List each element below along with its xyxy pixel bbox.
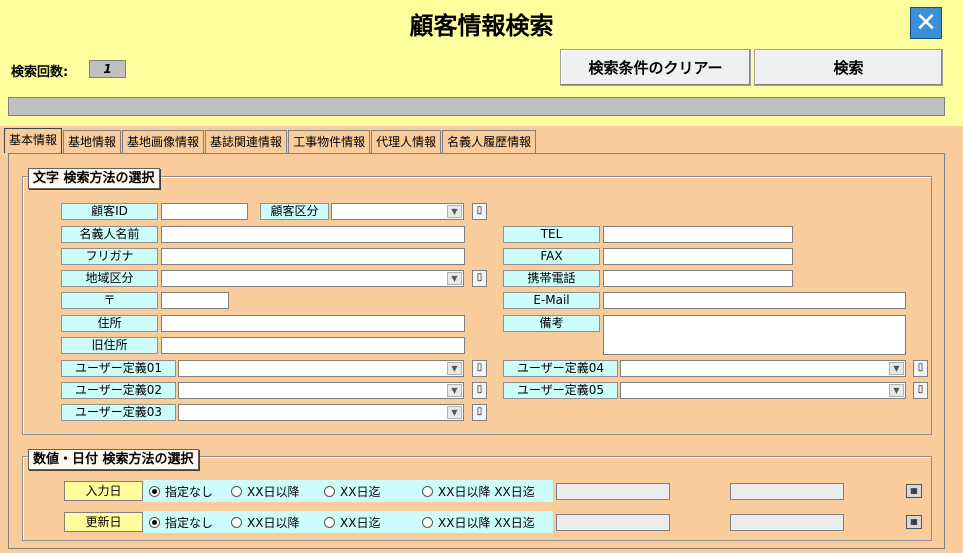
customer-id-label: 顧客ID	[61, 203, 158, 220]
radio-icon	[324, 485, 335, 497]
region-label: 地域区分	[61, 270, 158, 287]
user-defined-05-select[interactable]: ▼	[620, 382, 906, 399]
user-defined-02-picker-button[interactable]: ▯	[472, 382, 487, 399]
note-input[interactable]	[603, 315, 906, 355]
address-input[interactable]	[161, 315, 465, 332]
chevron-down-icon: ▼	[889, 384, 904, 397]
user-defined-04-select[interactable]: ▼	[620, 360, 906, 377]
chevron-down-icon: ▼	[447, 362, 462, 375]
calendar-icon[interactable]: ▦	[906, 484, 922, 498]
close-button[interactable]: ✕	[910, 7, 942, 39]
radio-icon	[324, 516, 335, 528]
user-defined-01-picker-button[interactable]: ▯	[472, 360, 487, 377]
radio-icon	[231, 485, 242, 497]
update-date-option-range[interactable]: XX日以降 XX日迄	[422, 514, 535, 531]
chevron-down-icon: ▼	[447, 406, 462, 419]
fax-input[interactable]	[603, 248, 793, 265]
old-address-label: 旧住所	[61, 337, 158, 354]
radio-icon	[231, 516, 242, 528]
customer-type-picker-button[interactable]: ▯	[472, 203, 487, 220]
user-defined-02-select[interactable]: ▼	[178, 382, 464, 399]
email-label: E-Mail	[503, 292, 600, 309]
postal-input[interactable]	[161, 292, 229, 309]
chevron-down-icon: ▼	[447, 272, 462, 285]
close-icon: ✕	[915, 8, 937, 38]
user-defined-05-picker-button[interactable]: ▯	[913, 382, 928, 399]
name-input[interactable]	[161, 226, 465, 243]
user-defined-03-label: ユーザー定義03	[61, 404, 176, 421]
tab-base-image-info[interactable]: 基地画像情報	[122, 130, 205, 153]
update-date-label: 更新日	[64, 512, 143, 532]
tab-bar: 基本情報 基地情報 基地画像情報 基誌関連情報 工事物件情報 代理人情報 名義人…	[4, 128, 537, 153]
user-defined-05-label: ユーザー定義05	[503, 382, 618, 399]
search-button[interactable]: 検索	[754, 49, 943, 86]
user-defined-02-label: ユーザー定義02	[61, 382, 176, 399]
input-date-options: 指定なし XX日以降 XX日迄 XX日以降 XX日迄	[143, 480, 553, 502]
update-date-to[interactable]	[730, 514, 844, 531]
update-date-from[interactable]	[556, 514, 670, 531]
clear-conditions-button[interactable]: 検索条件のクリアー	[560, 49, 751, 86]
note-label: 備考	[503, 315, 600, 332]
customer-id-input[interactable]	[161, 203, 248, 220]
tel-input[interactable]	[603, 226, 793, 243]
old-address-input[interactable]	[161, 337, 465, 354]
mobile-label: 携帯電話	[503, 270, 600, 287]
text-search-title: 文字 検索方法の選択	[28, 168, 160, 189]
fax-label: FAX	[503, 248, 600, 265]
calendar-icon[interactable]: ▦	[906, 515, 922, 529]
user-defined-04-picker-button[interactable]: ▯	[913, 360, 928, 377]
customer-type-label: 顧客区分	[260, 203, 329, 220]
radio-icon	[422, 485, 433, 497]
input-date-option-after[interactable]: XX日以降	[231, 483, 299, 500]
progress-bar	[8, 97, 945, 116]
header-panel: 顧客情報検索 ✕ 検索回数: 1 検索条件のクリアー 検索	[0, 0, 963, 126]
furigana-label: フリガナ	[61, 248, 158, 265]
user-defined-03-select[interactable]: ▼	[178, 404, 464, 421]
search-count-label: 検索回数:	[11, 65, 69, 80]
user-defined-01-select[interactable]: ▼	[178, 360, 464, 377]
tab-base-info[interactable]: 基地情報	[63, 130, 122, 153]
radio-icon	[422, 516, 433, 528]
chevron-down-icon: ▼	[447, 384, 462, 397]
user-defined-03-picker-button[interactable]: ▯	[472, 404, 487, 421]
region-picker-button[interactable]: ▯	[472, 270, 487, 287]
date-search-title: 数値・日付 検索方法の選択	[28, 449, 199, 470]
tab-related-info[interactable]: 基誌関連情報	[205, 130, 288, 153]
update-date-option-before[interactable]: XX日迄	[324, 514, 380, 531]
user-defined-01-label: ユーザー定義01	[61, 360, 176, 377]
update-date-option-none[interactable]: 指定なし	[149, 514, 213, 531]
tab-owner-history[interactable]: 名義人履歴情報	[442, 130, 537, 153]
radio-selected-icon	[149, 485, 160, 497]
chevron-down-icon: ▼	[447, 205, 462, 218]
furigana-input[interactable]	[161, 248, 465, 265]
page-title: 顧客情報検索	[409, 11, 554, 40]
input-date-label: 入力日	[64, 481, 143, 501]
radio-selected-icon	[149, 516, 160, 528]
mobile-input[interactable]	[603, 270, 793, 287]
customer-type-select[interactable]: ▼	[331, 203, 464, 220]
tab-agent-info[interactable]: 代理人情報	[371, 130, 442, 153]
input-date-from[interactable]	[556, 483, 670, 500]
update-date-option-after[interactable]: XX日以降	[231, 514, 299, 531]
tab-construction-info[interactable]: 工事物件情報	[288, 130, 371, 153]
search-count-value: 1	[89, 60, 126, 78]
input-date-option-before[interactable]: XX日迄	[324, 483, 380, 500]
tel-label: TEL	[503, 226, 600, 243]
postal-label: 〒	[61, 292, 158, 309]
user-defined-04-label: ユーザー定義04	[503, 360, 618, 377]
chevron-down-icon: ▼	[889, 362, 904, 375]
input-date-to[interactable]	[730, 483, 844, 500]
tab-basic-info[interactable]: 基本情報	[4, 128, 63, 153]
input-date-option-range[interactable]: XX日以降 XX日迄	[422, 483, 535, 500]
address-label: 住所	[61, 315, 158, 332]
update-date-options: 指定なし XX日以降 XX日迄 XX日以降 XX日迄	[143, 511, 553, 533]
email-input[interactable]	[603, 292, 906, 309]
region-select[interactable]: ▼	[161, 270, 464, 287]
name-label: 名義人名前	[61, 226, 158, 243]
input-date-option-none[interactable]: 指定なし	[149, 483, 213, 500]
